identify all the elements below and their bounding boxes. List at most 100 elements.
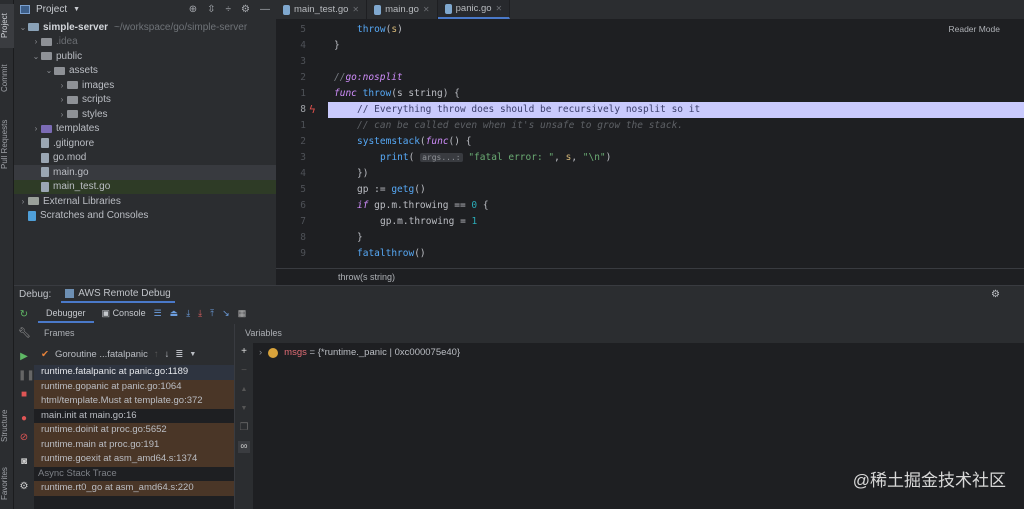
tree-item-label: go.mod	[53, 152, 87, 164]
tree-item[interactable]: ⌄ public	[14, 49, 276, 64]
tree-item[interactable]: › templates	[14, 122, 276, 137]
tree-item[interactable]: go.mod	[14, 151, 276, 166]
tab-main-go[interactable]: main.go ✕	[367, 0, 438, 19]
tree-item[interactable]: › styles	[14, 107, 276, 122]
tree-item[interactable]: main.go	[14, 165, 276, 180]
chevron-down-icon[interactable]: ▼	[189, 351, 196, 358]
chevron-down-icon[interactable]: ⌄	[44, 66, 54, 75]
run-to-cursor-icon[interactable]: ↘	[222, 308, 230, 319]
debug-session-tab[interactable]: AWS Remote Debug	[61, 286, 175, 303]
settings-icon[interactable]: ⚙	[18, 481, 30, 493]
chevron-down-icon[interactable]: ⌄	[18, 23, 28, 32]
chevron-right-icon[interactable]: ›	[31, 124, 41, 133]
chevron-right-icon[interactable]: ›	[57, 81, 67, 90]
close-icon[interactable]: ✕	[352, 5, 359, 14]
stack-frame[interactable]: runtime.fatalpanic at panic.go:1189	[34, 365, 234, 380]
wrench-icon[interactable]: 🔧︎	[18, 328, 31, 340]
tree-item[interactable]: › .idea	[14, 35, 276, 50]
evaluate-expression-icon[interactable]: ▦	[238, 308, 247, 319]
chevron-down-icon[interactable]: ▼	[73, 6, 80, 13]
rerun-icon[interactable]: ↻	[18, 309, 30, 321]
stack-frame[interactable]: main.init at main.go:16	[34, 409, 234, 424]
tree-item-label: assets	[69, 65, 98, 77]
tree-item[interactable]: ⌄ assets	[14, 64, 276, 79]
move-up-icon[interactable]: ▲	[238, 384, 250, 396]
tree-item[interactable]: › External Libraries	[14, 194, 276, 209]
stack-frame[interactable]: html/template.Must at template.go:372	[34, 394, 234, 409]
watermark: @稀土掘金技术社区	[852, 471, 1006, 490]
chevron-down-icon[interactable]: ⌄	[31, 52, 41, 61]
tab-console[interactable]: ▣ Console	[102, 308, 146, 319]
expand-all-icon[interactable]: ⇳	[207, 4, 215, 15]
tree-item[interactable]: .gitignore	[14, 136, 276, 151]
stop-icon[interactable]: ■	[18, 389, 30, 401]
gear-icon[interactable]: ⚙	[991, 289, 1024, 300]
root-label: simple-server	[43, 21, 109, 33]
folder-icon	[41, 52, 52, 61]
add-icon[interactable]: +	[238, 346, 250, 358]
check-icon: ✔	[41, 348, 49, 360]
remove-icon[interactable]: −	[238, 365, 250, 377]
show-execution-point-icon[interactable]: ⏏	[170, 308, 179, 319]
project-icon	[20, 5, 30, 14]
step-out-icon[interactable]: ⤒	[210, 308, 214, 319]
collapse-all-icon[interactable]: ÷	[226, 4, 232, 15]
chevron-right-icon[interactable]: ›	[57, 95, 67, 104]
folder-icon	[67, 95, 78, 104]
tree-root[interactable]: ⌄ simple-server ~/workspace/go/simple-se…	[14, 20, 276, 35]
project-title[interactable]: Project	[36, 4, 67, 15]
stack-frame[interactable]: runtime.goexit at asm_amd64.s:1374	[34, 452, 234, 467]
close-icon[interactable]: ✕	[496, 4, 503, 13]
tab-main-test-go[interactable]: main_test.go ✕	[276, 0, 368, 19]
side-tab-project[interactable]: Project	[0, 4, 14, 48]
locate-icon[interactable]: ⊕	[189, 4, 197, 15]
variables-title: Variables	[235, 324, 1024, 343]
tab-debugger[interactable]: Debugger	[38, 305, 94, 323]
layout-icon[interactable]: ☰	[154, 308, 162, 319]
breadcrumb[interactable]: throw(s string)	[276, 268, 1024, 285]
filter-icon[interactable]: ≣	[175, 349, 183, 360]
tab-panic-go[interactable]: panic.go ✕	[437, 0, 511, 19]
resume-icon[interactable]: ▶	[18, 351, 30, 363]
tree-item-label: styles	[82, 108, 108, 120]
debug-actions-column: ↻ 🔧︎ ▶ ❚❚ ■ ● ⊘ ◙ ⚙	[14, 303, 35, 509]
step-over-icon[interactable]: ⤓	[186, 308, 190, 319]
exception-breakpoint-icon[interactable]: ϟ	[309, 102, 316, 118]
variable-row[interactable]: › msgs = {*runtime._panic | 0xc000075e40…	[259, 347, 460, 358]
close-icon[interactable]: ✕	[423, 5, 430, 14]
chevron-right-icon[interactable]: ›	[18, 197, 28, 206]
step-into-icon[interactable]: ⤓	[198, 308, 202, 319]
stack-frame[interactable]: runtime.doinit at proc.go:5652	[34, 423, 234, 438]
side-tab-commit[interactable]: Commit	[0, 58, 14, 98]
tree-item[interactable]: › images	[14, 78, 276, 93]
side-tab-favorites[interactable]: Favorites	[0, 464, 14, 504]
chevron-right-icon[interactable]: ›	[31, 37, 41, 46]
side-tab-pull-requests[interactable]: Pull Requests	[0, 112, 14, 176]
minimize-icon[interactable]: —	[260, 4, 270, 15]
copy-icon[interactable]: ❐	[238, 422, 250, 434]
tree-item[interactable]: main_test.go	[14, 179, 276, 194]
stack-frame[interactable]: runtime.gopanic at panic.go:1064	[34, 379, 234, 394]
show-watches-icon[interactable]: ∞	[238, 441, 250, 453]
tree-item-label: External Libraries	[43, 195, 121, 207]
view-breakpoints-icon[interactable]: ●	[18, 413, 30, 425]
go-file-icon	[374, 4, 382, 15]
stack-frame[interactable]: runtime.main at proc.go:191	[34, 437, 234, 452]
debug-toolbar: Debugger ▣ Console ☰ ⏏ ⤓ ⤓ ⤒ ↘ ▦	[34, 303, 1024, 324]
mute-breakpoints-icon[interactable]: ⊘	[18, 432, 30, 444]
pause-icon[interactable]: ❚❚	[18, 370, 35, 382]
side-tab-structure[interactable]: Structure	[0, 400, 14, 452]
code-line: 4}	[300, 40, 340, 51]
camera-icon[interactable]: ◙	[18, 456, 30, 468]
chevron-right-icon[interactable]: ›	[57, 110, 67, 119]
move-down-icon[interactable]: ▼	[238, 403, 250, 415]
thread-selector[interactable]: ✔ Goroutine ...fatalpanic ↑ ↓ ≣ ▼	[34, 343, 234, 365]
stack-frame[interactable]: runtime.rt0_go at asm_amd64.s:220	[34, 481, 234, 496]
arrow-down-icon[interactable]: ↓	[165, 349, 170, 360]
arrow-up-icon[interactable]: ↑	[154, 349, 159, 360]
root-path: ~/workspace/go/simple-server	[114, 21, 248, 33]
gear-icon[interactable]: ⚙	[241, 4, 250, 15]
chevron-right-icon[interactable]: ›	[259, 347, 262, 358]
tree-item[interactable]: › scripts	[14, 93, 276, 108]
tree-item[interactable]: Scratches and Consoles	[14, 209, 276, 224]
